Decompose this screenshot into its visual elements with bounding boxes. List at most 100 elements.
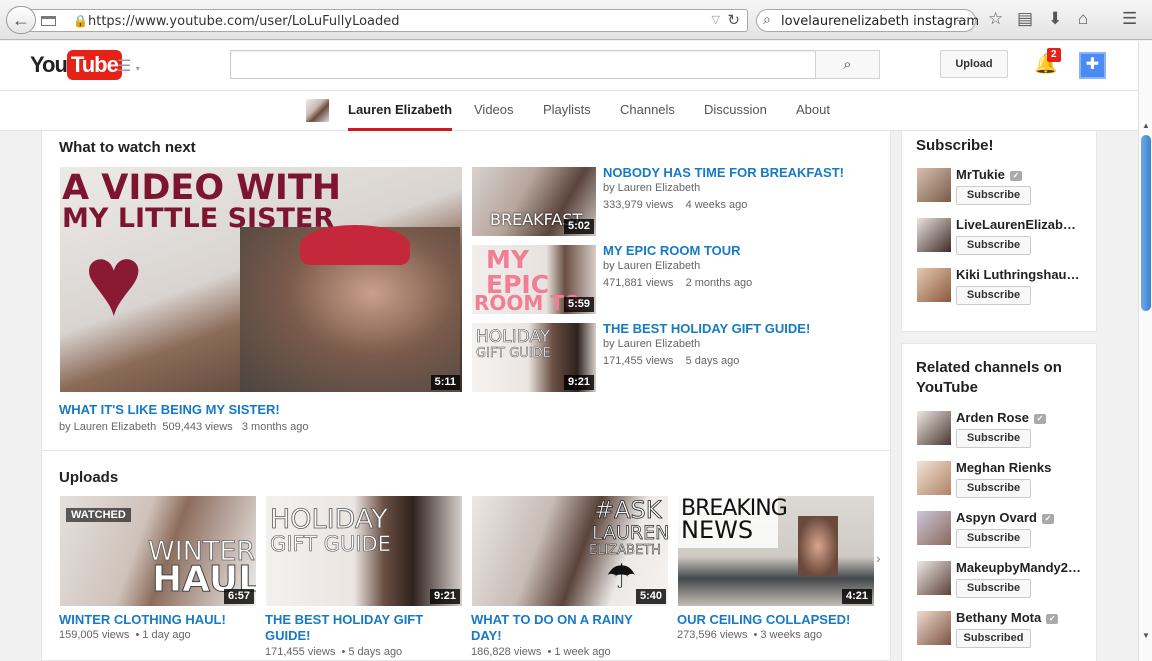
- subscribe-button[interactable]: Subscribe: [956, 286, 1031, 305]
- video-thumbnail[interactable]: WATCHED WINTER HAUL 6:57: [60, 496, 256, 606]
- channel-name[interactable]: MrTukie ✓: [956, 167, 1022, 182]
- tab-discussion[interactable]: Discussion: [704, 91, 767, 131]
- video-meta: 171,455 views • 5 days ago: [265, 646, 403, 658]
- video-title[interactable]: OUR CEILING COLLAPSED!: [677, 612, 877, 628]
- channel-name[interactable]: Kiki Luthringshau…: [956, 267, 1080, 282]
- search-icon: ⌕: [763, 11, 771, 27]
- notification-count-badge[interactable]: 2: [1047, 48, 1061, 62]
- reload-icon[interactable]: ↻: [727, 11, 740, 29]
- verified-check-icon: ✓: [1009, 170, 1022, 181]
- carousel-next-arrow-icon[interactable]: ›: [876, 550, 881, 566]
- url-bar[interactable]: 🔒 https://www.youtube.com/user/LoLuFully…: [30, 9, 748, 32]
- tab-grid-icon[interactable]: [41, 16, 56, 26]
- video-author[interactable]: by Lauren Elizabeth: [603, 182, 700, 194]
- youtube-search-button[interactable]: ⌕: [815, 50, 880, 79]
- subscribe-button[interactable]: Subscribe: [956, 429, 1031, 448]
- lock-icon: 🔒: [73, 14, 88, 28]
- avatar[interactable]: [917, 611, 951, 645]
- bookmark-star-icon[interactable]: ☆: [988, 9, 1003, 29]
- back-button[interactable]: ←: [6, 6, 36, 34]
- url-dropdown-icon[interactable]: ▽: [712, 13, 720, 26]
- subscribe-button[interactable]: Subscribe: [956, 479, 1031, 498]
- video-title[interactable]: THE BEST HOLIDAY GIFT GUIDE!: [603, 321, 810, 337]
- avatar[interactable]: [917, 561, 951, 595]
- avatar[interactable]: [917, 511, 951, 545]
- video-author[interactable]: by Lauren Elizabeth: [603, 338, 700, 350]
- video-duration: 5:11: [430, 375, 460, 390]
- url-text[interactable]: https://www.youtube.com/user/LoLuFullyLo…: [88, 14, 400, 29]
- umbrella-icon: ☂: [606, 558, 637, 596]
- video-title[interactable]: MY EPIC ROOM TOUR: [603, 243, 740, 259]
- scroll-down-icon[interactable]: ▼: [1142, 631, 1150, 640]
- video-meta: 171,455 views 5 days ago: [603, 355, 740, 367]
- subscribe-button[interactable]: Subscribe: [956, 236, 1031, 255]
- video-thumbnail[interactable]: MY EPIC ROOM TO 5:59: [472, 245, 596, 314]
- channel-name[interactable]: Arden Rose ✓: [956, 410, 1046, 425]
- avatar[interactable]: [917, 168, 951, 202]
- video-thumbnail[interactable]: HOLIDAY GIFT GUIDE 9:21: [266, 496, 462, 606]
- video-thumbnail[interactable]: HOLIDAY GIFT GUIDE 9:21: [472, 323, 596, 392]
- video-title[interactable]: NOBODY HAS TIME FOR BREAKFAST!: [603, 165, 844, 181]
- uploads-heading: Uploads: [59, 469, 119, 486]
- upload-button[interactable]: Upload: [940, 50, 1008, 78]
- subscribe-panel: Subscribe! MrTukie ✓ Subscribe LiveLauren…: [901, 131, 1097, 332]
- video-title[interactable]: WHAT TO DO ON A RAINY DAY!: [471, 612, 641, 644]
- avatar[interactable]: [917, 411, 951, 445]
- channel-tabs: Lauren Elizabeth Videos Playlists Channe…: [0, 91, 1138, 131]
- featured-video-meta: by Lauren Elizabeth 509,443 views 3 mont…: [59, 421, 309, 433]
- channel-name[interactable]: MakeupbyMandy2…: [956, 560, 1081, 575]
- channel-name[interactable]: Aspyn Ovard ✓: [956, 510, 1054, 525]
- page-scrollbar[interactable]: ▲ ▼: [1138, 41, 1152, 661]
- channel-name[interactable]: LiveLaurenElizab…: [956, 217, 1076, 232]
- tab-home[interactable]: Lauren Elizabeth: [348, 91, 453, 131]
- browser-toolbar: 🔒 https://www.youtube.com/user/LoLuFully…: [0, 0, 1152, 40]
- subscribe-button[interactable]: Subscribe: [956, 186, 1031, 205]
- video-thumbnail[interactable]: BREAKFAST 5:02: [472, 167, 596, 236]
- youtube-search-input[interactable]: [230, 50, 816, 79]
- avatar[interactable]: [917, 268, 951, 302]
- watch-next-heading: What to watch next: [59, 139, 196, 156]
- scrollbar-thumb[interactable]: [1141, 135, 1151, 311]
- video-meta: 159,005 views • 1 day ago: [59, 629, 191, 641]
- subscribe-button[interactable]: Subscribe: [956, 529, 1031, 548]
- reading-list-icon[interactable]: ▤: [1017, 9, 1033, 29]
- browser-search-box[interactable]: ⌕ lovelaurenelizabeth instagram →: [756, 9, 979, 32]
- account-avatar[interactable]: ✚: [1079, 52, 1106, 79]
- browser-menu-icon[interactable]: ☰: [1122, 9, 1137, 29]
- subscribed-button[interactable]: Subscribed: [956, 629, 1031, 648]
- featured-video-thumbnail[interactable]: A VIDEO WITH MY LITTLE SISTER ♥ 5:11: [60, 167, 462, 392]
- related-heading: Related channels on YouTube: [916, 359, 1062, 396]
- video-thumbnail[interactable]: BREAKING NEWS 4:21: [678, 496, 874, 606]
- youtube-logo[interactable]: You Tube: [30, 50, 122, 80]
- search-go-icon[interactable]: →: [954, 10, 969, 27]
- featured-thumb-line1: A VIDEO WITH: [62, 168, 342, 208]
- back-arrow-icon: ←: [12, 10, 30, 30]
- scroll-up-icon[interactable]: ▲: [1142, 121, 1150, 130]
- channel-name[interactable]: Bethany Mota ✓: [956, 610, 1059, 625]
- channel-avatar[interactable]: [306, 99, 329, 122]
- channel-name[interactable]: Meghan Rienks: [956, 460, 1051, 475]
- video-title[interactable]: THE BEST HOLIDAY GIFT GUIDE!: [265, 612, 465, 644]
- plus-icon: ✚: [1085, 56, 1100, 73]
- tab-videos[interactable]: Videos: [474, 91, 514, 131]
- heart-icon: ♥: [84, 225, 144, 337]
- video-title[interactable]: WINTER CLOTHING HAUL!: [59, 612, 259, 628]
- tab-channels[interactable]: Channels: [620, 91, 675, 131]
- related-channels-panel: Related channels on YouTube Arden Rose ✓ …: [901, 343, 1097, 661]
- avatar[interactable]: [917, 461, 951, 495]
- tab-about[interactable]: About: [796, 91, 830, 131]
- section-divider: [42, 450, 892, 451]
- avatar[interactable]: [917, 218, 951, 252]
- downloads-icon[interactable]: ⬇: [1048, 9, 1062, 29]
- subscribe-button[interactable]: Subscribe: [956, 579, 1031, 598]
- home-icon[interactable]: ⌂: [1078, 9, 1088, 29]
- subscribe-heading: Subscribe!: [916, 137, 994, 154]
- browser-search-text[interactable]: lovelaurenelizabeth instagram: [781, 14, 979, 29]
- verified-check-icon: ✓: [1046, 613, 1059, 624]
- tab-playlists[interactable]: Playlists: [543, 91, 591, 131]
- guide-menu-icon[interactable]: ☰ ▾: [117, 56, 140, 76]
- video-thumbnail[interactable]: #ASK LAUREN ELIZABETH ☂ 5:40: [472, 496, 668, 606]
- video-meta: 471,881 views 2 months ago: [603, 277, 753, 289]
- video-author[interactable]: by Lauren Elizabeth: [603, 260, 700, 272]
- featured-video-title[interactable]: WHAT IT'S LIKE BEING MY SISTER!: [59, 402, 280, 418]
